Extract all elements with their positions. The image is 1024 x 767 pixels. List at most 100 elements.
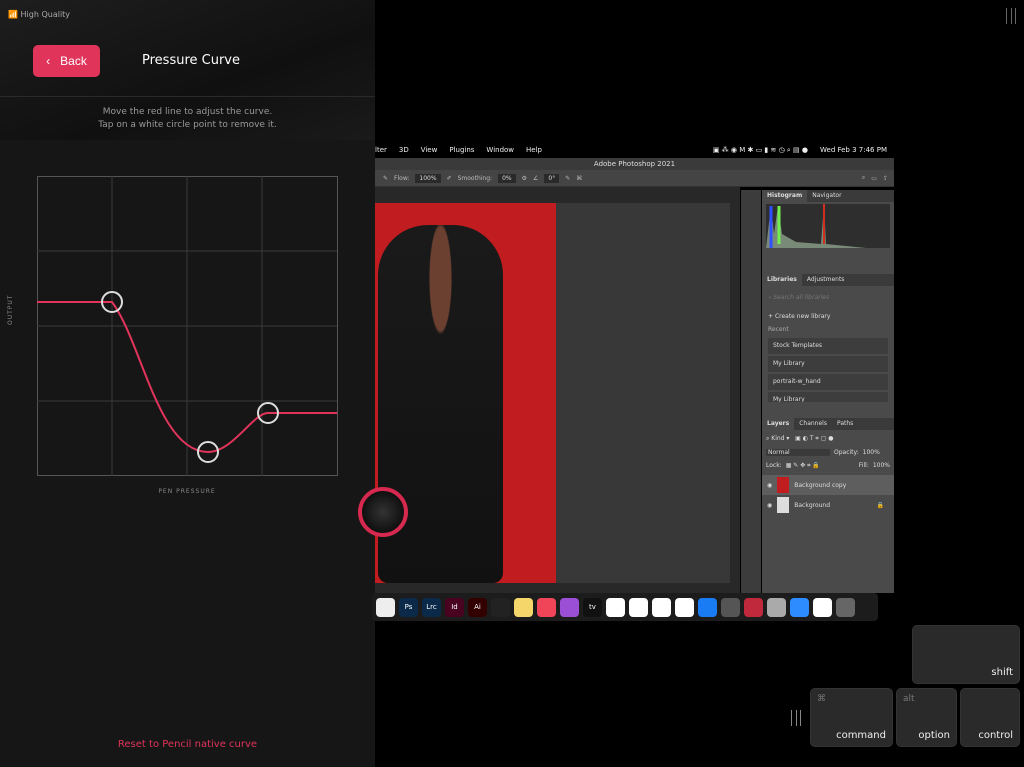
layer-thumbnail: [777, 497, 790, 513]
library-tabs: Libraries Adjustments: [762, 274, 894, 286]
airbrush-icon[interactable]: ✐: [447, 175, 452, 182]
kind-filter[interactable]: ⌕ Kind ▾ ▣ ◐ T ⌗ ▢ ●: [762, 430, 894, 448]
dock-item[interactable]: [652, 597, 671, 617]
instructions: Move the red line to adjust the curve. Ta…: [0, 106, 375, 132]
dock-item[interactable]: Id: [445, 597, 464, 617]
flow-field[interactable]: 100%: [415, 173, 441, 183]
dock-item[interactable]: [767, 597, 786, 617]
side-panels: Histogram Navigator Libraries Adjustments …: [762, 190, 894, 593]
dock-item[interactable]: [514, 597, 533, 617]
drag-handle-icon[interactable]: [1006, 8, 1016, 24]
key-label: option: [918, 730, 950, 741]
dock-item[interactable]: Ps: [399, 597, 418, 617]
fill-field[interactable]: 100%: [873, 462, 890, 470]
quality-label: High Quality: [20, 10, 71, 19]
dock-item[interactable]: [813, 597, 832, 617]
histogram: [766, 204, 890, 248]
search-icon[interactable]: ⌕: [862, 174, 865, 182]
layer-name: Background: [794, 501, 831, 509]
panel-toolbar[interactable]: [741, 190, 761, 593]
library-search[interactable]: ⌕ Search all libraries: [762, 286, 894, 310]
kind-label: Kind: [771, 435, 785, 442]
dock-item[interactable]: [606, 597, 625, 617]
library-item[interactable]: portrait-w_hand: [768, 374, 888, 390]
tab-libraries[interactable]: Libraries: [762, 274, 802, 286]
angle-icon: ∠: [532, 174, 539, 182]
opacity-field[interactable]: 100%: [863, 449, 880, 456]
layer-tabs: Layers Channels Paths: [762, 418, 894, 430]
key-label: control: [978, 730, 1013, 741]
pencil-cursor-ring: [358, 487, 408, 537]
dock-item[interactable]: [629, 597, 648, 617]
mac-menubar: lter 3D View Plugins Window Help ▣ ⁂ ◉ M…: [375, 143, 895, 157]
menu-help[interactable]: Help: [526, 146, 542, 154]
workspace-icon[interactable]: ▭: [871, 175, 877, 182]
smoothing-field[interactable]: 0%: [498, 173, 516, 183]
dock-item[interactable]: Ai: [468, 597, 487, 617]
reset-curve-link[interactable]: Reset to Pencil native curve: [0, 739, 375, 750]
lock-icons[interactable]: ▦ ✎ ✥ ⌗ 🔒: [786, 462, 820, 470]
dock-item[interactable]: [744, 597, 763, 617]
histogram-tabs: Histogram Navigator: [762, 190, 894, 202]
key-label: command: [836, 730, 886, 741]
angle-field[interactable]: 0°: [544, 173, 560, 183]
brush-icon[interactable]: ✎: [383, 175, 388, 182]
library-item[interactable]: My Library: [768, 392, 888, 402]
window-title: Adobe Photoshop 2021: [375, 158, 894, 170]
create-library-label: Create new library: [774, 313, 831, 320]
curve-editor[interactable]: [37, 176, 338, 477]
command-key[interactable]: ⌘ command: [810, 688, 893, 747]
dock-item[interactable]: [721, 597, 740, 617]
tab-channels[interactable]: Channels: [794, 418, 832, 430]
layer-row[interactable]: ◉ Background 🔒: [762, 495, 894, 515]
key-symbol: ⌘: [817, 694, 826, 704]
smoothing-label: Smoothing:: [457, 174, 493, 182]
control-key[interactable]: control: [960, 688, 1020, 747]
dock-item[interactable]: [698, 597, 717, 617]
menu-view[interactable]: View: [421, 146, 438, 154]
menu-window[interactable]: Window: [486, 146, 514, 154]
menu-3d[interactable]: 3D: [399, 146, 409, 154]
options-bar: ✎ Flow: 100% ✐ Smoothing: 0% ⚙ ∠ 0° ✎ ⌘ ⌕ ▭ ⇪: [375, 170, 894, 187]
pressure-icon[interactable]: ✎: [565, 175, 570, 182]
tab-histogram[interactable]: Histogram: [762, 190, 808, 202]
tab-adjustments[interactable]: Adjustments: [802, 274, 850, 286]
page-title: Pressure Curve: [142, 53, 240, 68]
eye-icon[interactable]: ◉: [767, 502, 772, 509]
instruction-line: Move the red line to adjust the curve.: [102, 107, 273, 117]
library-item[interactable]: Stock Templates: [768, 338, 888, 354]
dock-item[interactable]: [675, 597, 694, 617]
library-item[interactable]: My Library: [768, 356, 888, 372]
dock-item[interactable]: [491, 597, 510, 617]
tab-layers[interactable]: Layers: [762, 418, 795, 430]
dock-item[interactable]: Lrc: [422, 597, 441, 617]
dock-item[interactable]: [376, 597, 395, 617]
dock: Ps Lrc Id Ai tv: [372, 593, 878, 621]
menu-plugins[interactable]: Plugins: [449, 146, 474, 154]
dock-item[interactable]: [537, 597, 556, 617]
layer-thumbnail: [777, 477, 790, 493]
dock-item[interactable]: [790, 597, 809, 617]
fill-label: Fill:: [858, 462, 869, 469]
layer-row[interactable]: ◉ Background copy: [762, 475, 894, 495]
key-symbol: alt: [903, 694, 915, 704]
dock-item[interactable]: [560, 597, 579, 617]
lock-label: Lock:: [766, 462, 782, 469]
gear-icon[interactable]: ⚙: [522, 175, 527, 182]
menu-filter[interactable]: lter: [375, 146, 387, 154]
eye-icon[interactable]: ◉: [767, 482, 772, 489]
layer-name: Background copy: [794, 481, 847, 489]
keyboard-grip-icon[interactable]: [791, 710, 801, 726]
dock-item[interactable]: [836, 597, 855, 617]
tab-navigator[interactable]: Navigator: [807, 190, 846, 202]
blend-mode-select[interactable]: Normal: [766, 449, 830, 456]
share-icon[interactable]: ⇪: [883, 175, 894, 182]
shift-key[interactable]: shift: [912, 625, 1020, 684]
back-button[interactable]: ‹ Back: [33, 45, 100, 77]
symmetry-icon[interactable]: ⌘: [576, 175, 582, 182]
option-key[interactable]: alt option: [896, 688, 957, 747]
create-library-button[interactable]: + Create new library: [762, 310, 894, 323]
divider: [0, 96, 375, 97]
dock-item[interactable]: tv: [583, 597, 602, 617]
tab-paths[interactable]: Paths: [832, 418, 858, 430]
